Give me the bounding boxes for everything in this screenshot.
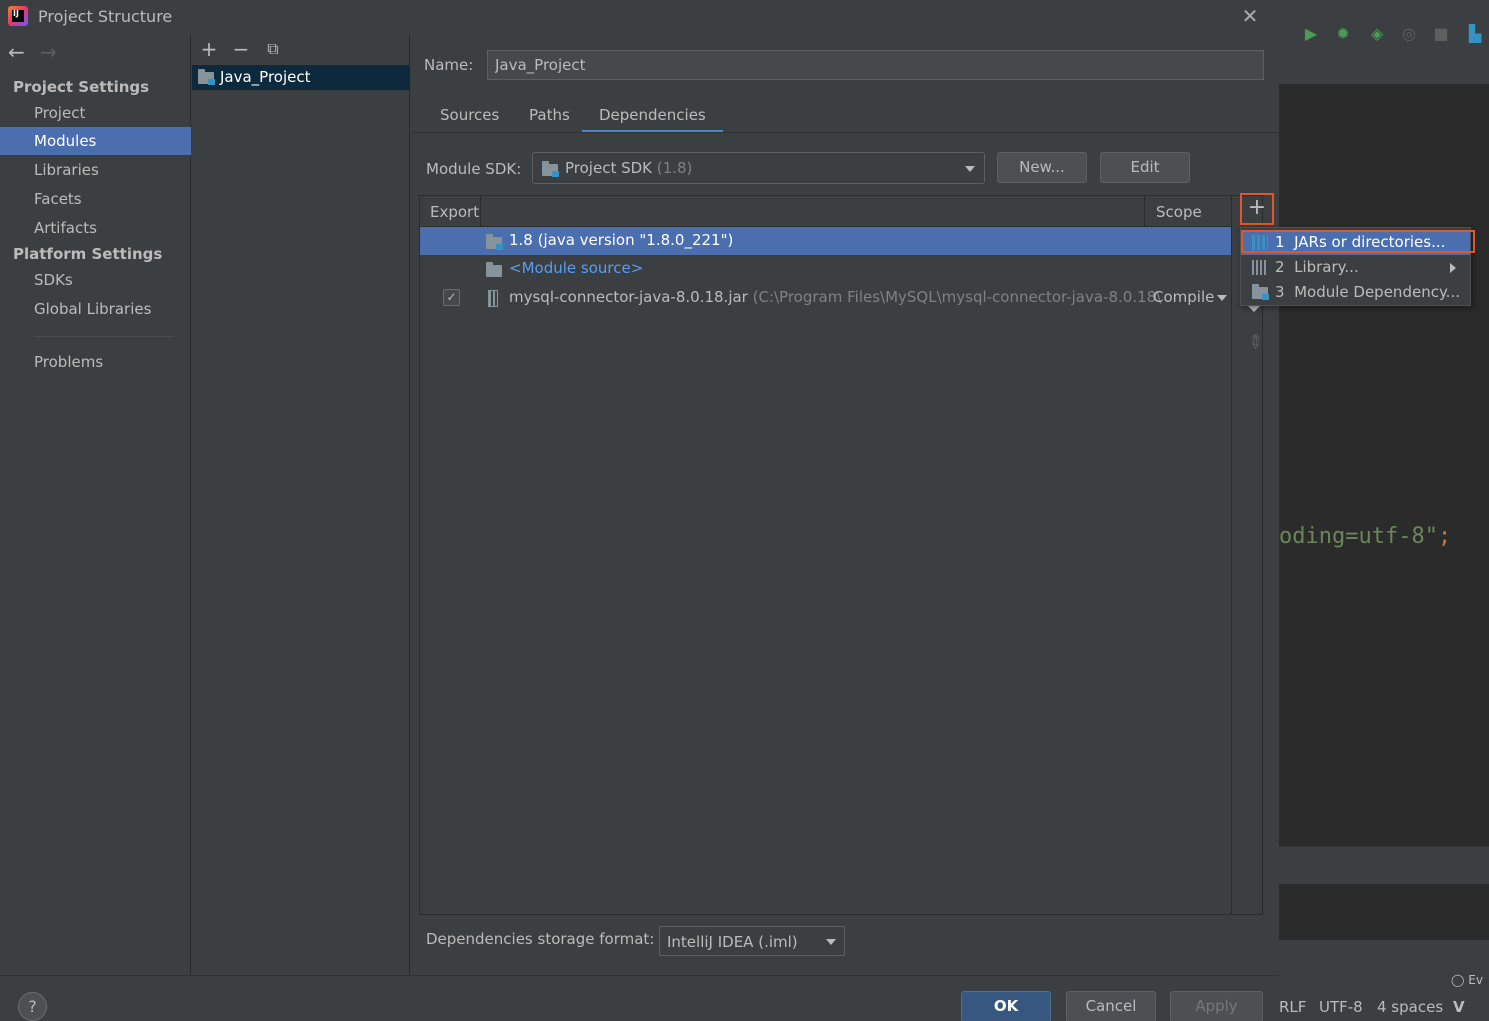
- add-dependency-button[interactable]: +: [1240, 193, 1274, 225]
- sdk-value: Project SDK: [565, 159, 652, 177]
- stop-icon[interactable]: ■: [1429, 16, 1453, 50]
- sdk-folder-icon: [486, 234, 503, 250]
- line-separator-status[interactable]: RLF: [1279, 998, 1306, 1016]
- highlight-box: [1241, 230, 1475, 253]
- menu-item-number: 3: [1275, 283, 1285, 301]
- table-header: Export Scope: [420, 196, 1242, 227]
- module-item[interactable]: Java_Project: [192, 65, 410, 90]
- sidebar-item-facets[interactable]: Facets: [0, 185, 191, 213]
- ok-button[interactable]: OK: [961, 991, 1051, 1021]
- sidebar-item-global-libraries[interactable]: Global Libraries: [0, 295, 191, 323]
- sidebar-item-modules[interactable]: Modules: [0, 127, 191, 155]
- run-icon[interactable]: ▶: [1299, 16, 1323, 50]
- dependency-name: mysql-connector-java-8.0.18.jar: [509, 288, 748, 306]
- module-list-panel: + − ⧉ Java_Project: [192, 34, 410, 975]
- export-checkbox[interactable]: ✓: [443, 289, 460, 306]
- divider: [411, 132, 1279, 133]
- new-sdk-button[interactable]: New...: [997, 152, 1087, 183]
- sidebar-item-artifacts[interactable]: Artifacts: [0, 214, 191, 242]
- sdk-version: (1.8): [656, 159, 693, 177]
- menu-item-label: Library...: [1294, 258, 1359, 276]
- project-structure-icon[interactable]: ▙: [1463, 16, 1487, 50]
- section-project-settings: Project Settings: [13, 78, 150, 96]
- apply-button[interactable]: Apply: [1170, 991, 1263, 1021]
- tool-window: [1279, 884, 1489, 940]
- title-bar: IJ Project Structure ✕: [0, 0, 1279, 34]
- settings-sidebar: ← → Project Settings Project Modules Lib…: [0, 34, 191, 975]
- add-icon[interactable]: +: [198, 38, 220, 60]
- module-details: Name: Sources Paths Dependencies Module …: [411, 34, 1279, 975]
- edit-sdk-button[interactable]: Edit: [1100, 152, 1190, 183]
- sidebar-item-libraries[interactable]: Libraries: [0, 156, 191, 184]
- debug-icon[interactable]: ✹: [1331, 16, 1355, 50]
- module-item-label: Java_Project: [220, 68, 311, 86]
- cancel-button[interactable]: Cancel: [1066, 991, 1156, 1021]
- storage-format-value: IntelliJ IDEA (.iml): [667, 933, 798, 951]
- divider: [34, 336, 174, 337]
- indent-status[interactable]: 4 spaces: [1377, 998, 1443, 1016]
- profile-icon[interactable]: ◎: [1397, 16, 1421, 50]
- menu-item-label: Module Dependency...: [1294, 283, 1460, 301]
- storage-format-label: Dependencies storage format:: [426, 930, 655, 948]
- column-divider: [480, 196, 481, 227]
- scope-dropdown[interactable]: Compile: [1153, 288, 1214, 306]
- encoding-status[interactable]: UTF-8: [1319, 998, 1363, 1016]
- close-icon[interactable]: ✕: [1238, 4, 1262, 28]
- table-row[interactable]: 1.8 (java version "1.8.0_221"): [420, 227, 1240, 255]
- scope-value: Compile: [1153, 288, 1215, 306]
- tab-dependencies[interactable]: Dependencies: [582, 100, 723, 133]
- back-arrow-icon[interactable]: ←: [8, 40, 25, 64]
- chevron-right-icon: [1450, 263, 1456, 273]
- module-folder-icon: [1252, 284, 1269, 300]
- copy-icon[interactable]: ⧉: [262, 38, 284, 60]
- table-row[interactable]: <Module source>: [420, 255, 1240, 283]
- chevron-down-icon: [965, 166, 975, 172]
- menu-item-number: 2: [1275, 258, 1285, 276]
- column-header-export[interactable]: Export: [430, 203, 479, 221]
- tab-paths[interactable]: Paths: [512, 100, 587, 133]
- project-structure-dialog: IJ Project Structure ✕ ← → Project Setti…: [0, 0, 1279, 1021]
- column-divider: [1144, 196, 1145, 227]
- dialog-footer: ? OK Cancel Apply: [0, 975, 1279, 1021]
- name-label: Name:: [424, 56, 474, 74]
- remove-icon[interactable]: −: [230, 38, 252, 60]
- code-editor[interactable]: [1279, 84, 1489, 846]
- dependency-name: <Module source>: [509, 259, 644, 277]
- module-folder-icon: [198, 69, 215, 85]
- jar-icon: [488, 290, 498, 307]
- module-name-input[interactable]: [487, 50, 1264, 80]
- section-platform-settings: Platform Settings: [13, 245, 163, 263]
- chevron-down-icon: [826, 939, 836, 945]
- dialog-title: Project Structure: [38, 7, 173, 26]
- coverage-icon[interactable]: ◈: [1365, 16, 1389, 50]
- storage-format-dropdown[interactable]: IntelliJ IDEA (.iml): [659, 926, 845, 956]
- library-icon: [1252, 260, 1268, 275]
- forward-arrow-icon[interactable]: →: [40, 40, 57, 64]
- sdk-folder-icon: [542, 161, 559, 177]
- module-sdk-dropdown[interactable]: Project SDK (1.8): [532, 152, 985, 184]
- tab-sources[interactable]: Sources: [423, 100, 516, 133]
- event-log-button[interactable]: ◯ Ev: [1451, 973, 1483, 987]
- sidebar-item-project[interactable]: Project: [0, 99, 191, 127]
- move-down-icon[interactable]: [1248, 306, 1260, 312]
- ide-toolbar: ▶ ✹ ◈ ◎ ■ ▙: [1279, 16, 1489, 50]
- dependency-path: (C:\Program Files\MySQL\mysql-connector-…: [752, 288, 1162, 306]
- status-bar: RLF UTF-8 4 spaces V: [1279, 996, 1489, 1021]
- help-button[interactable]: ?: [18, 992, 47, 1021]
- column-header-scope[interactable]: Scope: [1156, 203, 1202, 221]
- sidebar-item-sdks[interactable]: SDKs: [0, 266, 191, 294]
- dependencies-table: Export Scope 1.8 (java version "1.8.0_22…: [419, 195, 1242, 915]
- chevron-down-icon: [1217, 295, 1227, 301]
- sidebar-item-problems[interactable]: Problems: [0, 348, 191, 376]
- code-line: oding=utf-8";: [1279, 524, 1452, 549]
- module-sdk-label: Module SDK:: [426, 160, 522, 178]
- dependency-name: 1.8 (java version "1.8.0_221"): [509, 231, 734, 249]
- folder-icon: [486, 262, 502, 277]
- tool-window-strip: [1279, 846, 1489, 884]
- menu-item-library[interactable]: 2 Library...: [1241, 255, 1470, 280]
- menu-item-module-dependency[interactable]: 3 Module Dependency...: [1241, 280, 1470, 305]
- table-row[interactable]: ✓ mysql-connector-java-8.0.18.jar (C:\Pr…: [420, 284, 1240, 312]
- vcs-icon[interactable]: V: [1453, 998, 1465, 1016]
- intellij-logo-icon: IJ: [8, 6, 28, 26]
